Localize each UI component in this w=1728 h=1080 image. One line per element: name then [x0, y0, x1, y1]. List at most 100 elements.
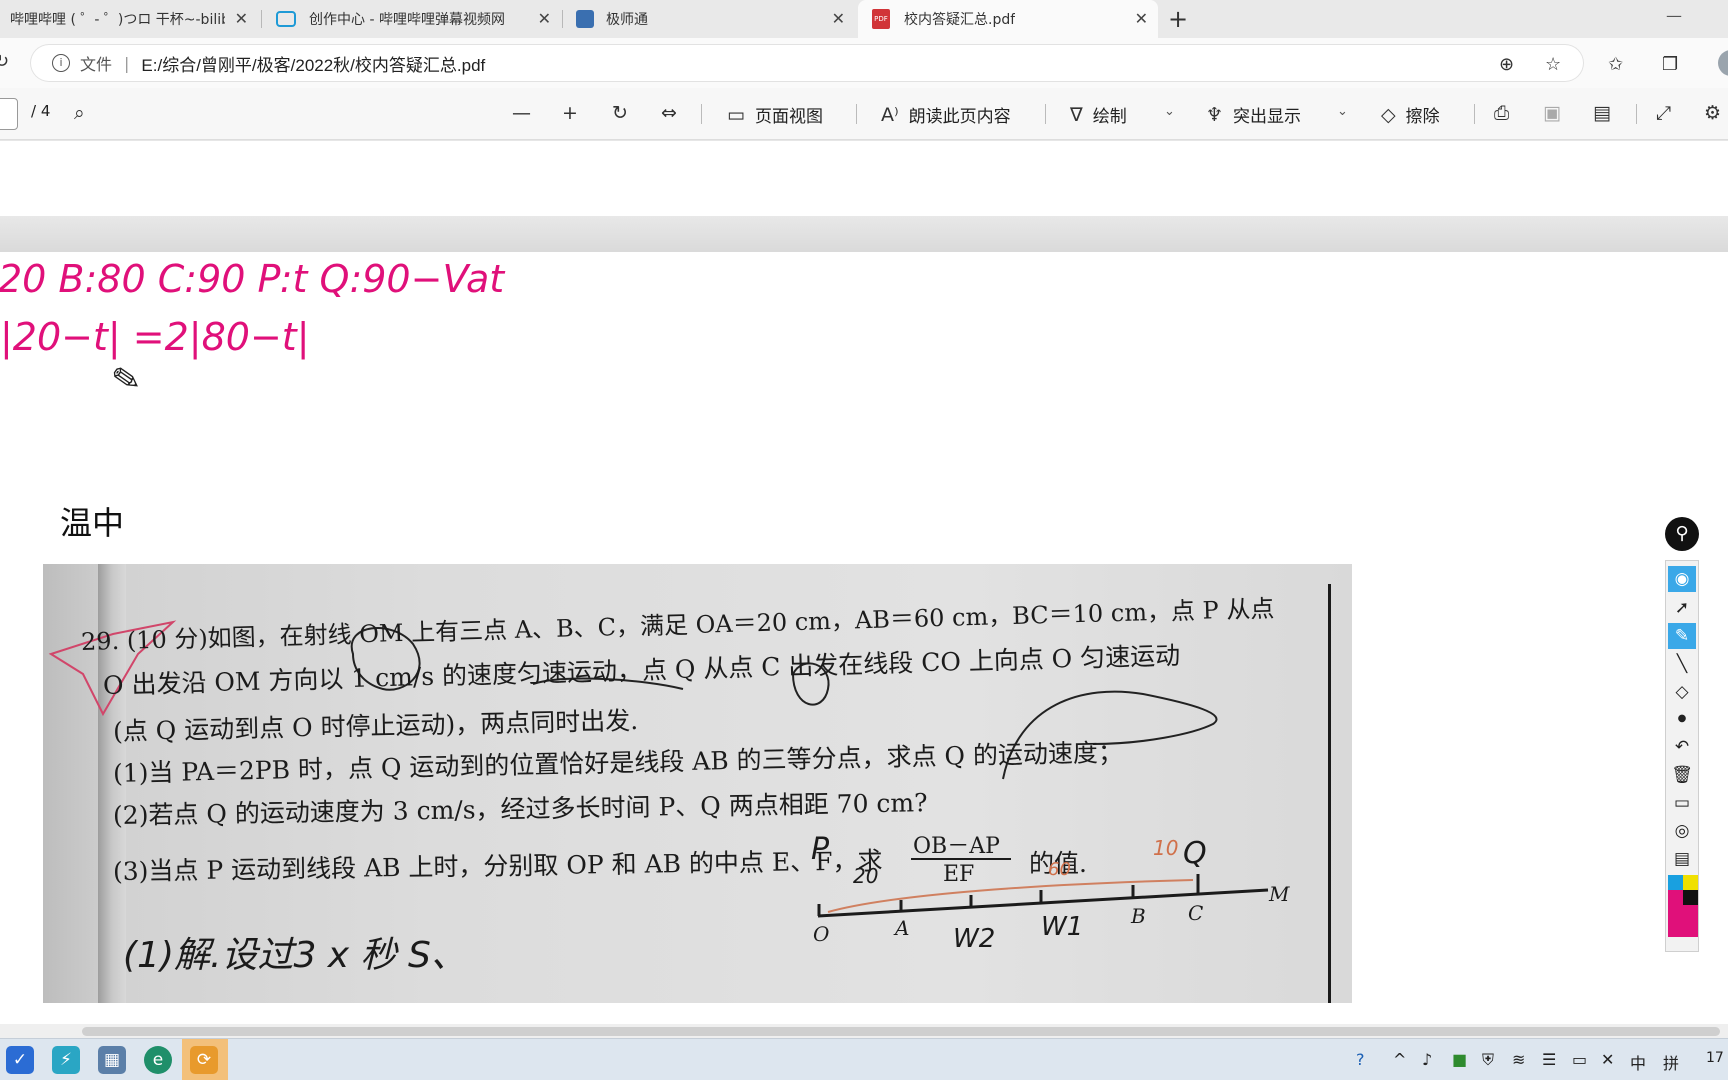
horizontal-scrollbar[interactable] — [0, 1024, 1728, 1038]
notification-icon[interactable]: ☰ — [1542, 1050, 1556, 1069]
app-icon[interactable]: ▦ — [98, 1046, 126, 1074]
save-icon[interactable]: ▣ — [1543, 102, 1571, 124]
zoom-in-icon[interactable]: + — [562, 102, 588, 124]
ime-pinyin[interactable]: 拼 — [1663, 1050, 1679, 1074]
avatar[interactable] — [1718, 50, 1728, 76]
eye-icon[interactable]: ◉ — [1668, 566, 1696, 592]
microphone-icon[interactable]: ♪ — [1422, 1050, 1432, 1069]
hand-mark-10: 10 — [1153, 836, 1179, 860]
scrollbar-thumb[interactable] — [82, 1027, 1720, 1036]
page-gap — [0, 216, 1728, 252]
handwritten-solution: (1)解.设过3 x 秒 S、 — [123, 935, 467, 976]
figure-label-b: B — [1131, 904, 1146, 928]
search-icon[interactable]: ⌕ — [74, 102, 95, 124]
zoom-out-icon[interactable]: — — [512, 102, 541, 124]
close-icon[interactable]: ✕ — [538, 9, 551, 28]
clock[interactable]: 17 — [1706, 1050, 1724, 1066]
pen-tool-icon[interactable]: ✎ — [1668, 623, 1696, 649]
color-swatch-magenta-icon[interactable] — [1668, 890, 1683, 905]
fraction-bar — [911, 858, 1011, 860]
tab-jishitong[interactable]: 极师通 ✕ — [565, 0, 855, 38]
add-favorite-icon[interactable]: ☆ — [1545, 54, 1561, 75]
pin-icon[interactable]: ⚲ — [1665, 517, 1699, 551]
figure-label-o: O — [813, 922, 830, 946]
close-icon[interactable]: ✕ — [832, 9, 845, 28]
undo-icon[interactable]: ↶ — [1668, 734, 1696, 760]
chevron-down-icon[interactable]: ⌄ — [1337, 104, 1348, 119]
page-view-label: 页面视图 — [754, 107, 823, 127]
tab-bilibili[interactable]: 哔哩哔哩 ( ゜- ゜)つロ 干杯~-bilib ✕ — [0, 0, 258, 38]
address-divider: | — [124, 53, 130, 73]
minimize-icon[interactable]: — — [1666, 6, 1682, 25]
problem-photo: 29. (10 分)如图，在射线 OM 上有三点 A、B、C，满足 OA＝20 … — [43, 564, 1352, 1003]
fullscreen-icon[interactable]: ⤢ — [1656, 102, 1681, 124]
page-view-button[interactable]: ▭ 页面视图 — [727, 102, 823, 128]
select-arrow-icon[interactable]: ➚ — [1668, 595, 1696, 621]
clipboard-icon[interactable]: ▤ — [1668, 846, 1696, 872]
address-bar[interactable]: i 文件 | E:/综合/曾刚平/极客/2022秋/校内答疑汇总.pdf — [30, 44, 1584, 82]
color-swatch-black-icon[interactable] — [1683, 890, 1698, 905]
show-hidden-icons[interactable]: ^ — [1393, 1050, 1406, 1069]
figure-label-c: C — [1188, 901, 1204, 925]
section-heading: 温中 — [60, 504, 125, 542]
pdf-toolbar: / 4 ⌕ — + ↻ ⇔ ▭ 页面视图 A⁾ 朗读此页内容 ∇ 绘制 ⌄ ♆ … — [0, 88, 1728, 140]
taskbar: ✓ ⚡ ▦ e ⟳ ? ^ ♪ ■ ⛨ ≋ ☰ ▭ ✕ 中 拼 17 — [0, 1038, 1728, 1080]
active-app-icon[interactable]: ⟳ — [190, 1046, 218, 1074]
fit-width-icon[interactable]: ⇔ — [661, 102, 687, 124]
whiteboard-icon[interactable]: ▭ — [1668, 790, 1696, 816]
pdf-document-area[interactable]: 20 B:80 C:90 P:t Q:90−Vat |20−t| =2|80−t… — [0, 141, 1728, 1027]
security-icon[interactable]: ⛨ — [1482, 1050, 1494, 1070]
rotate-icon[interactable]: ↻ — [612, 102, 638, 124]
toolbar-divider — [1045, 104, 1046, 124]
refresh-icon[interactable]: ↻ — [0, 51, 9, 72]
color-swatch-blue-icon[interactable] — [1668, 875, 1683, 890]
camera-icon[interactable]: ◎ — [1668, 818, 1696, 844]
current-color-icon[interactable] — [1668, 905, 1698, 937]
draw-button[interactable]: ∇ 绘制 — [1070, 102, 1127, 128]
ink-tool-panel: ◉ ➚ ✎ ╲ ◇ ● ↶ 🗑 ▭ ◎ ▤ — [1665, 560, 1699, 952]
app-icon[interactable]: ✓ — [6, 1046, 34, 1074]
url-text[interactable]: E:/综合/曾刚平/极客/2022秋/校内答疑汇总.pdf — [141, 51, 485, 76]
help-icon[interactable]: ? — [1356, 1050, 1365, 1069]
chevron-down-icon[interactable]: ⌄ — [1164, 104, 1175, 119]
highlight-label: 突出显示 — [1233, 107, 1302, 127]
line-tool-icon[interactable]: ╲ — [1668, 651, 1696, 677]
save-as-icon[interactable]: ▤ — [1593, 102, 1621, 124]
highlight-button[interactable]: ♆ 突出显示 — [1206, 102, 1302, 128]
toolbar-divider — [1474, 104, 1475, 124]
volume-muted-icon[interactable]: ✕ — [1601, 1050, 1614, 1069]
edge-browser-icon[interactable]: e — [144, 1046, 172, 1074]
trash-icon[interactable]: 🗑 — [1668, 762, 1696, 788]
app-icon[interactable]: ⚡ — [52, 1046, 80, 1074]
collections-icon[interactable]: ❐ — [1662, 54, 1678, 75]
tab-creator-center[interactable]: 创作中心 - 哔哩哔哩弹幕视频网 ✕ — [264, 0, 561, 38]
tab-pdf[interactable]: PDF 校内答疑汇总.pdf ✕ — [858, 0, 1158, 38]
favorites-icon[interactable]: ✩ — [1608, 54, 1623, 75]
scheme-label: 文件 — [80, 55, 113, 74]
tab-separator — [261, 10, 262, 28]
print-icon[interactable]: ⎙ — [1494, 102, 1519, 124]
wifi-icon[interactable]: ≋ — [1512, 1050, 1525, 1069]
battery-icon[interactable]: ▭ — [1572, 1050, 1587, 1069]
hand-mark-w1: W1 — [1041, 912, 1084, 942]
ime-mode[interactable]: 中 — [1630, 1050, 1646, 1074]
eraser-tool-icon[interactable]: ◇ — [1668, 679, 1696, 705]
nvidia-icon[interactable]: ■ — [1452, 1050, 1467, 1069]
zoom-icon[interactable]: ⊕ — [1499, 54, 1514, 75]
settings-gear-icon[interactable]: ⚙ — [1704, 102, 1728, 124]
color-swatch-yellow-icon[interactable] — [1683, 875, 1698, 890]
address-row: ↻ i 文件 | E:/综合/曾刚平/极客/2022秋/校内答疑汇总.pdf ⊕… — [0, 38, 1728, 88]
read-aloud-button[interactable]: A⁾ 朗读此页内容 — [881, 102, 1011, 128]
new-tab-plus-icon[interactable]: + — [1168, 5, 1188, 33]
page-number-input[interactable] — [0, 98, 18, 130]
tab-title: 创作中心 - 哔哩哔哩弹幕视频网 — [309, 12, 505, 28]
info-icon[interactable]: i — [52, 54, 70, 72]
hand-mark-20: 20 — [853, 864, 879, 888]
tv-icon — [276, 11, 296, 27]
erase-button[interactable]: ◇ 擦除 — [1381, 102, 1440, 128]
dot-size-icon[interactable]: ● — [1668, 706, 1696, 732]
close-icon[interactable]: ✕ — [235, 9, 248, 28]
pdf-page-previous — [0, 141, 1728, 216]
hand-mark-w2: W2 — [953, 924, 996, 954]
close-icon[interactable]: ✕ — [1135, 9, 1148, 28]
